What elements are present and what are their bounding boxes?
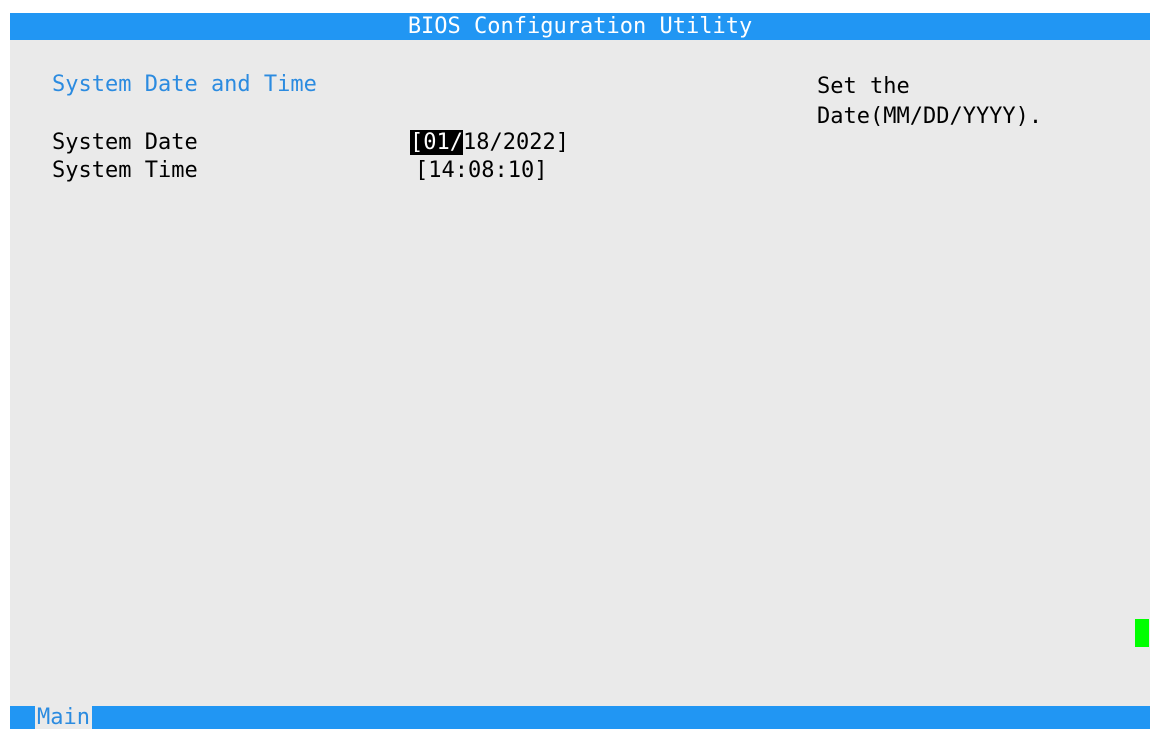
title-bar: BIOS Configuration Utility <box>10 13 1150 40</box>
system-time-field[interactable]: [14:08:10] <box>415 157 547 184</box>
system-date-field[interactable]: [01/18/2022] <box>410 129 569 156</box>
help-text-line-1: Set the <box>817 74 910 99</box>
bottom-tab-bar: Main <box>10 706 1150 729</box>
system-date-rest[interactable]: 18/2022] <box>463 130 569 155</box>
section-title: System Date and Time <box>52 72 317 97</box>
system-date-label: System Date <box>52 130 198 155</box>
text-cursor <box>1135 619 1149 647</box>
help-text-line-2: Date(MM/DD/YYYY). <box>817 104 1043 129</box>
system-time-label: System Time <box>52 158 198 183</box>
tab-main[interactable]: Main <box>35 706 92 729</box>
bios-screen: BIOS Configuration Utility System Date a… <box>10 13 1150 729</box>
system-date-selected-segment[interactable]: [01/ <box>410 130 463 155</box>
